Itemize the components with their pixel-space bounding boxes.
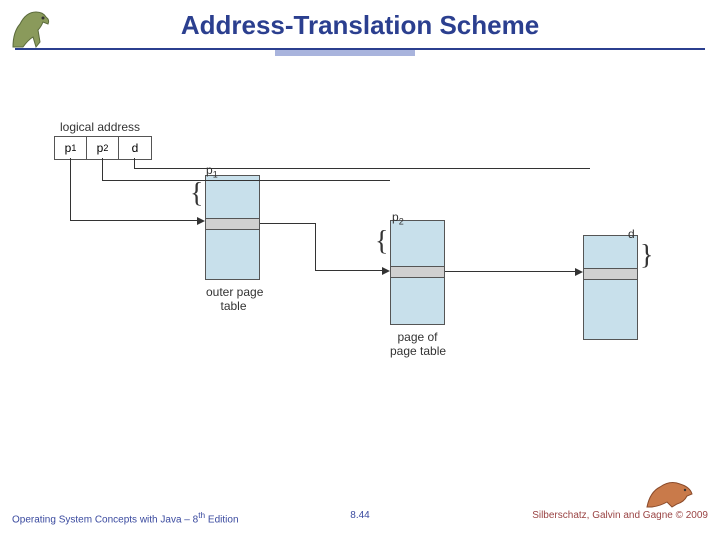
outer-page-table (205, 175, 260, 280)
line-p2-right (102, 180, 390, 181)
brace-p1: { (190, 180, 203, 208)
line-outer-down (315, 223, 316, 270)
outer-page-table-label: outer page table (206, 285, 261, 313)
brace-d: } (640, 242, 653, 270)
line-d-down (134, 158, 135, 168)
line-d-right (134, 168, 590, 169)
line-p1-down (70, 158, 71, 220)
footer-copyright: Silberschatz, Galvin and Gagne © 2009 (532, 510, 708, 521)
brace-p2-label: p2 (392, 210, 404, 226)
page-of-page-table (390, 220, 445, 325)
outer-slot (206, 218, 259, 230)
brace-p1-label: p1 (206, 163, 218, 179)
line-p2-down (102, 158, 103, 180)
addr-cell-p1: p1 (55, 137, 87, 159)
line-pageof-right (445, 271, 575, 272)
arrow-into-outer (197, 217, 205, 225)
slide-header: Address-Translation Scheme (0, 0, 720, 60)
dinosaur-icon (642, 472, 702, 512)
brace-p2: { (375, 228, 388, 256)
addr-cell-p2: p2 (87, 137, 119, 159)
physical-frame (583, 235, 638, 340)
frame-slot (584, 268, 637, 280)
pageof-slot (391, 266, 444, 278)
brace-d-label: d (628, 227, 635, 241)
arrow-into-frame (575, 268, 583, 276)
logical-address-box: p1 p2 d (54, 136, 152, 160)
page-of-page-table-label: page of page table (390, 330, 445, 358)
logical-address-label: logical address (60, 120, 140, 134)
header-rule-accent (275, 50, 415, 56)
slide-title: Address-Translation Scheme (0, 10, 720, 41)
arrow-into-pageof (382, 267, 390, 275)
line-outer-right (260, 223, 315, 224)
line-outer-right2 (315, 270, 382, 271)
slide-footer: Operating System Concepts with Java – 8t… (0, 510, 720, 530)
address-translation-diagram: logical address p1 p2 d { p1 outer page … (40, 120, 680, 440)
addr-cell-d: d (119, 137, 151, 159)
line-p1-right (70, 220, 197, 221)
